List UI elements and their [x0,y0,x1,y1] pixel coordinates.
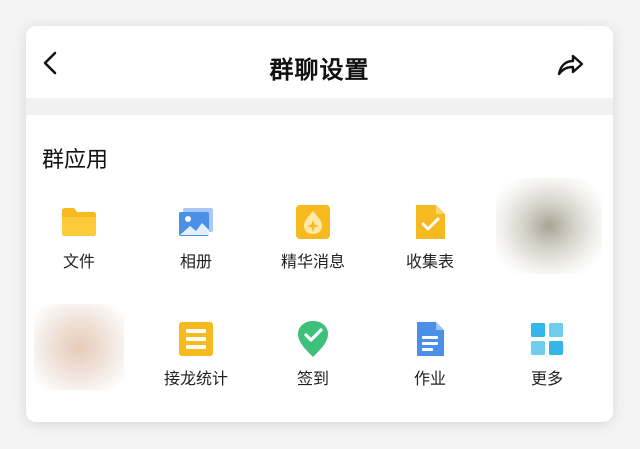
folder-icon [62,208,96,236]
app-label: 签到 [296,369,329,388]
app-item-files[interactable]: 文件 [26,202,134,292]
app-item-essence[interactable]: 精华消息 [258,202,368,292]
checkin-icon [298,321,328,357]
app-label: 相册 [179,252,212,271]
photo-album-icon [179,208,213,236]
app-item-relay-stats[interactable]: 接龙统计 [141,319,251,409]
relay-stats-icon [179,322,213,356]
app-item-homework[interactable]: 作业 [375,319,485,409]
app-item-album[interactable]: 相册 [141,202,251,292]
section-divider [26,98,613,115]
share-arrow-icon [557,54,584,76]
app-label: 更多 [530,369,563,388]
header-bar: 群聊设置 [26,26,613,98]
app-label: 作业 [413,369,446,388]
essence-message-icon [296,205,330,239]
app-label: 收集表 [405,252,454,271]
share-button[interactable] [555,51,585,79]
homework-icon [417,322,444,356]
app-item-checkin[interactable]: 签到 [258,319,368,409]
section-title-group-apps: 群应用 [42,148,109,173]
app-label: 接龙统计 [163,369,228,388]
blurred-app-icon[interactable] [496,178,602,274]
more-grid-icon [531,323,563,355]
group-settings-panel: 群聊设置 群应用 文件 相册 精华消息 收集表 接龙统计 签到 作业 更多 [26,26,613,422]
app-label: 文件 [62,252,95,271]
app-item-collection-form[interactable]: 收集表 [375,202,485,292]
app-label: 精华消息 [280,252,345,271]
collection-form-icon [416,205,445,239]
app-item-more[interactable]: 更多 [492,319,602,409]
page-title: 群聊设置 [269,56,370,84]
blurred-app-icon[interactable] [34,304,124,390]
